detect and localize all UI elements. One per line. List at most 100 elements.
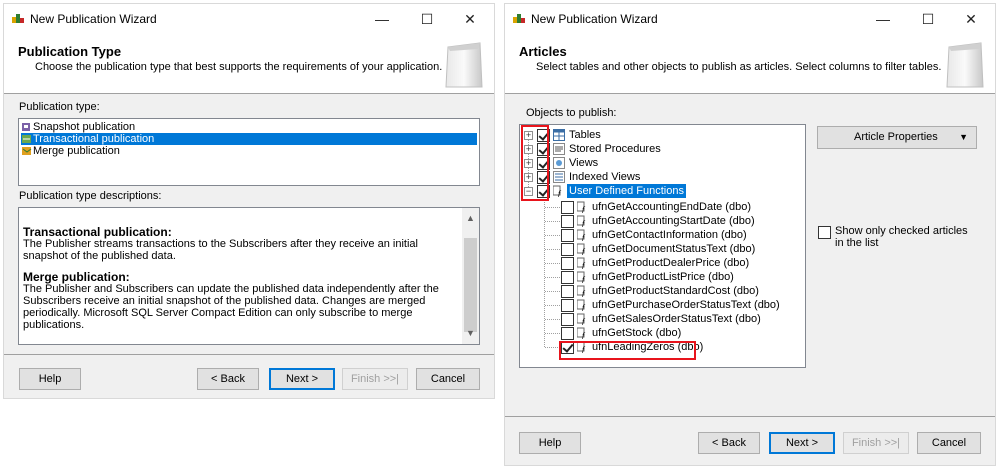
- back-button[interactable]: < Back: [698, 432, 760, 454]
- next-button[interactable]: Next >: [269, 368, 335, 390]
- function-checkbox[interactable]: [561, 313, 574, 326]
- list-item-merge[interactable]: Merge publication: [21, 145, 120, 157]
- svg-text:f: f: [582, 275, 586, 283]
- tree-line: [545, 263, 560, 264]
- svg-text:f: f: [582, 247, 586, 255]
- footer-separator: [505, 416, 995, 417]
- wizard-app-icon: [12, 14, 24, 23]
- article-properties-dropdown[interactable]: Article Properties ▼: [817, 126, 977, 149]
- transactional-description: Transactional publication: The Publisher…: [23, 226, 459, 262]
- description-scrollbar[interactable]: ▲ ▼: [462, 208, 479, 344]
- page-title: Publication Type: [18, 44, 122, 59]
- footer-separator: [4, 354, 494, 355]
- maximize-button[interactable]: ☐: [405, 4, 449, 35]
- function-checkbox[interactable]: [561, 327, 574, 340]
- page-subtitle: Select tables and other objects to publi…: [536, 61, 942, 73]
- function-node[interactable]: f ufnGetStock (dbo): [520, 326, 790, 340]
- list-item-transactional[interactable]: Transactional publication: [21, 133, 477, 145]
- function-icon: f: [553, 185, 562, 197]
- tree-node-user-defined-functions[interactable]: − f User Defined Functions: [520, 184, 790, 198]
- merge-body: The Publisher and Subscribers can update…: [23, 283, 439, 331]
- function-node[interactable]: f ufnGetSalesOrderStatusText (dbo): [520, 312, 790, 326]
- tree-node-views[interactable]: + Views: [520, 156, 790, 170]
- scroll-up-icon[interactable]: ▲: [462, 210, 479, 227]
- table-icon: [553, 129, 565, 141]
- next-button[interactable]: Next >: [769, 432, 835, 454]
- help-button[interactable]: Help: [19, 368, 81, 390]
- close-button[interactable]: ✕: [448, 4, 492, 35]
- minimize-button[interactable]: —: [861, 4, 905, 35]
- function-checkbox[interactable]: [561, 229, 574, 242]
- merge-description: Merge publication: The Publisher and Sub…: [23, 271, 459, 331]
- maximize-button[interactable]: ☐: [906, 4, 950, 35]
- function-icon: f: [577, 327, 586, 339]
- objects-label: Objects to publish:: [526, 107, 617, 119]
- function-node[interactable]: f ufnGetProductStandardCost (dbo): [520, 284, 790, 298]
- publication-type-label: Publication type:: [19, 101, 100, 113]
- objects-tree[interactable]: + Tables + Stored Procedures + Views + I…: [519, 124, 806, 368]
- wizard-header: Publication Type Choose the publication …: [4, 35, 494, 94]
- dropdown-arrow-icon: ▼: [959, 132, 968, 142]
- indexed-view-icon: [553, 171, 565, 183]
- function-label: ufnGetPurchaseOrderStatusText (dbo): [592, 299, 780, 311]
- function-label: ufnGetDocumentStatusText (dbo): [592, 243, 756, 255]
- function-node[interactable]: f ufnGetProductListPrice (dbo): [520, 270, 790, 284]
- function-checkbox[interactable]: [561, 285, 574, 298]
- scroll-down-icon[interactable]: ▼: [462, 325, 479, 342]
- merge-heading: Merge publication:: [23, 270, 130, 284]
- title-bar[interactable]: New Publication Wizard — ☐ ✕: [4, 4, 494, 35]
- function-checkbox[interactable]: [561, 215, 574, 228]
- tree-node-tables[interactable]: + Tables: [520, 128, 790, 142]
- show-only-checked-checkbox[interactable]: [818, 226, 831, 239]
- close-button[interactable]: ✕: [949, 4, 993, 35]
- list-item-snapshot[interactable]: Snapshot publication: [21, 121, 135, 133]
- function-node[interactable]: f ufnGetContactInformation (dbo): [520, 228, 790, 242]
- articles-window: New Publication Wizard — ☐ ✕ Articles Se…: [504, 3, 996, 466]
- svg-text:f: f: [582, 205, 586, 213]
- function-checkbox[interactable]: [561, 271, 574, 284]
- svg-text:f: f: [582, 233, 586, 241]
- descriptions-label: Publication type descriptions:: [19, 190, 162, 202]
- server-graphic-icon: [445, 42, 483, 88]
- function-checkbox[interactable]: [561, 201, 574, 214]
- finish-button: Finish >>|: [843, 432, 909, 454]
- function-icon: f: [577, 201, 586, 213]
- function-label: ufnGetProductStandardCost (dbo): [592, 285, 759, 297]
- svg-text:f: f: [582, 219, 586, 227]
- tree-node-stored-procedures[interactable]: + Stored Procedures: [520, 142, 790, 156]
- scroll-thumb[interactable]: [464, 238, 477, 332]
- wizard-app-icon: [513, 14, 525, 23]
- help-button[interactable]: Help: [519, 432, 581, 454]
- svg-text:f: f: [582, 331, 586, 339]
- function-node[interactable]: f ufnGetPurchaseOrderStatusText (dbo): [520, 298, 790, 312]
- function-icon: f: [577, 285, 586, 297]
- tree-line: [545, 333, 560, 334]
- back-button[interactable]: < Back: [197, 368, 259, 390]
- function-node[interactable]: f ufnGetAccountingEndDate (dbo): [520, 200, 790, 214]
- function-label: ufnGetAccountingEndDate (dbo): [592, 201, 751, 213]
- function-node[interactable]: f ufnGetDocumentStatusText (dbo): [520, 242, 790, 256]
- function-checkbox[interactable]: [561, 299, 574, 312]
- title-bar[interactable]: New Publication Wizard — ☐ ✕: [505, 4, 995, 35]
- tree-node-indexed-views[interactable]: + Indexed Views: [520, 170, 790, 184]
- function-checkbox[interactable]: [561, 243, 574, 256]
- function-node[interactable]: f ufnGetProductDealerPrice (dbo): [520, 256, 790, 270]
- transactional-body: The Publisher streams transactions to th…: [23, 238, 418, 262]
- tree-line: [545, 277, 560, 278]
- function-icon: f: [577, 243, 586, 255]
- function-label: ufnGetContactInformation (dbo): [592, 229, 747, 241]
- svg-text:f: f: [582, 317, 586, 325]
- merge-publication-icon: [22, 147, 32, 155]
- finish-button: Finish >>|: [342, 368, 408, 390]
- page-title: Articles: [519, 44, 567, 59]
- function-icon: f: [577, 313, 586, 325]
- cancel-button[interactable]: Cancel: [416, 368, 480, 390]
- function-checkbox[interactable]: [561, 257, 574, 270]
- minimize-button[interactable]: —: [360, 4, 404, 35]
- publication-type-list[interactable]: Snapshot publication Transactional publi…: [18, 118, 480, 186]
- window-title: New Publication Wizard: [30, 12, 157, 26]
- function-node[interactable]: f ufnGetAccountingStartDate (dbo): [520, 214, 790, 228]
- function-label: ufnGetStock (dbo): [592, 327, 682, 339]
- tree-line: [545, 207, 560, 208]
- cancel-button[interactable]: Cancel: [917, 432, 981, 454]
